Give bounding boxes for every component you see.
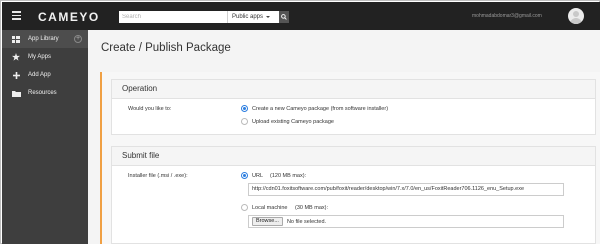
sidebar-item-my-apps[interactable]: My Apps	[2, 48, 88, 66]
search-icon	[281, 14, 287, 20]
cameyo-logo[interactable]: CAMEYO	[38, 10, 100, 24]
hamburger-menu-icon[interactable]	[12, 11, 21, 20]
user-email[interactable]: mohmadabdomar3@gmail.com	[472, 13, 542, 19]
create-package-label[interactable]: Create a new Cameyo package (from softwa…	[252, 106, 388, 112]
sidebar-item-add-app[interactable]: Add App	[2, 66, 88, 84]
operation-heading: Operation	[112, 80, 595, 99]
create-package-radio[interactable]	[241, 105, 248, 112]
url-option-label[interactable]: URL	[252, 173, 263, 179]
local-size-limit: (30 MB max):	[295, 205, 329, 211]
folder-icon	[11, 89, 21, 97]
local-machine-radio[interactable]	[241, 204, 248, 211]
sidebar-item-label: Add App	[28, 72, 51, 78]
avatar[interactable]	[568, 8, 584, 24]
sidebar: App Library + My Apps Add App Resources	[2, 30, 88, 244]
url-input[interactable]: http://cdn01.foxitsoftware.com/pub/foxit…	[248, 183, 564, 196]
upload-package-label[interactable]: Upload existing Cameyo package	[252, 119, 334, 125]
plus-icon	[11, 71, 21, 79]
operation-panel: Operation Would you like to: Create a ne…	[111, 79, 596, 135]
sidebar-item-label: My Apps	[28, 54, 52, 60]
main-content: Create / Publish Package Operation Would…	[88, 30, 600, 244]
sidebar-item-resources[interactable]: Resources	[2, 84, 88, 102]
installer-file-label: Installer file (.msi / .exe):	[128, 173, 188, 179]
sidebar-item-label: Resources	[28, 90, 57, 96]
chevron-down-icon	[266, 16, 271, 18]
sidebar-item-app-library[interactable]: App Library +	[2, 30, 88, 48]
local-machine-label[interactable]: Local machine	[252, 205, 287, 211]
operation-question: Would you like to:	[128, 106, 172, 112]
browse-button[interactable]: Browse...	[252, 217, 283, 226]
grid-icon	[11, 35, 21, 43]
sidebar-item-label: App Library	[28, 36, 59, 42]
search-scope-label: Public apps	[232, 14, 264, 20]
url-size-limit: (120 MB max):	[270, 173, 307, 179]
page-title: Create / Publish Package	[101, 42, 231, 54]
submit-file-panel: Submit file Installer file (.msi / .exe)…	[111, 146, 596, 244]
top-bar: CAMEYO Public apps mohmadabdomar3@gmail.…	[2, 2, 600, 30]
star-icon	[11, 53, 21, 61]
search-bar: Public apps	[119, 11, 289, 23]
search-scope-dropdown[interactable]: Public apps	[227, 11, 279, 23]
window-frame: CAMEYO Public apps mohmadabdomar3@gmail.…	[0, 0, 600, 244]
submit-file-heading: Submit file	[112, 147, 595, 166]
no-file-text: No file selected.	[286, 218, 327, 225]
search-button[interactable]	[279, 11, 289, 23]
file-picker: Browse... No file selected.	[248, 215, 564, 228]
upload-package-radio[interactable]	[241, 118, 248, 125]
form-container: Operation Would you like to: Create a ne…	[100, 72, 600, 244]
url-radio[interactable]	[241, 172, 248, 179]
search-input[interactable]	[119, 11, 227, 23]
add-circle-icon[interactable]: +	[74, 35, 82, 43]
